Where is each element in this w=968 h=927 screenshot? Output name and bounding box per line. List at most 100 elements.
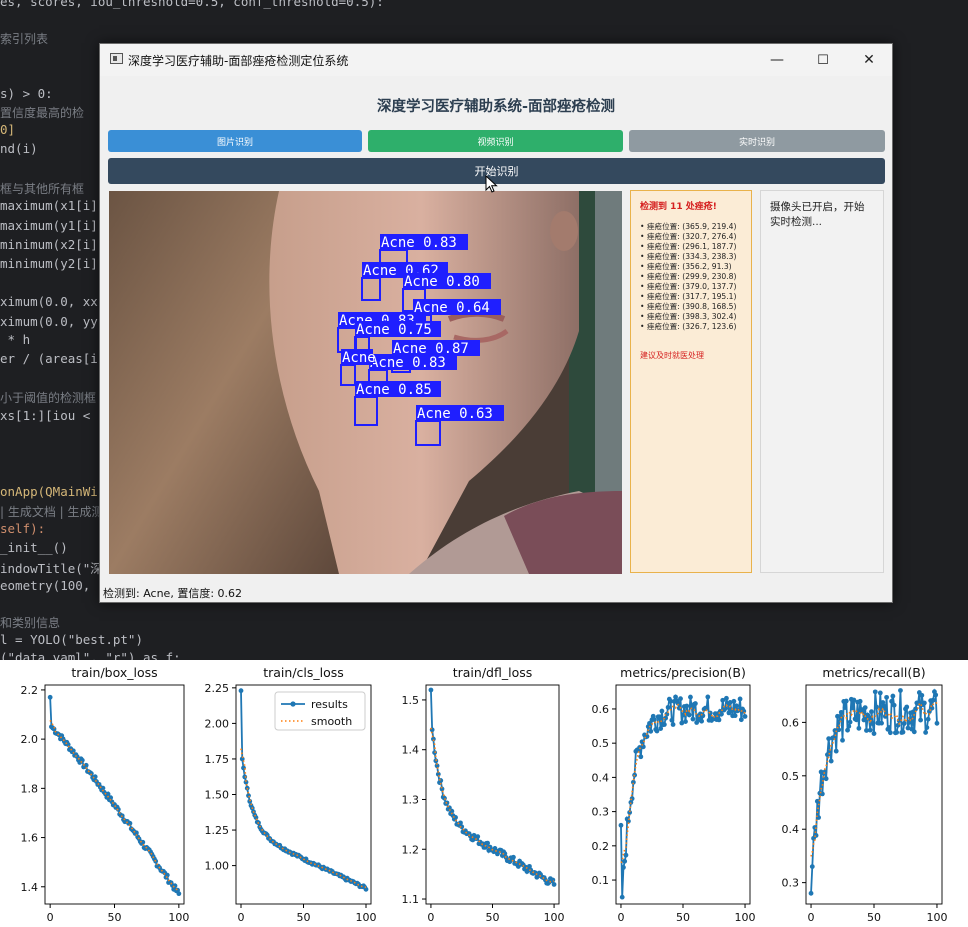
code-line: maximum(x1[i] [0,198,98,213]
results-point [890,693,896,699]
results-series-line [810,688,938,894]
results-point [846,723,852,729]
results-point [861,717,867,723]
code-line: 置信度最高的检 [0,104,84,121]
code-text: indowTitle("深 [0,561,103,576]
results-point [856,725,862,731]
maximize-button[interactable]: ☐ [800,44,846,76]
results-point [918,717,923,723]
acne-bounding-box [340,364,356,386]
detection-count-heading: 检测到 11 处痤疮! [640,202,717,212]
results-point [847,719,853,725]
acne-position-item: • 痤疮位置: (326.7, 123.6) [640,322,737,331]
camera-view: Acne 0.83 Acne 0.62 Acne 0.80 Acne 0.64 Acne… [109,191,622,574]
results-point [833,748,839,754]
code-line: er / (areas[i [0,351,98,366]
code-line: _init__() [0,540,68,555]
results-point [924,725,930,730]
results-point [904,704,910,710]
acne-position-item: • 痤疮位置: (320.7, 276.4) [640,232,737,241]
acne-position-item: • 痤疮位置: (317.7, 195.1) [640,292,737,301]
code-text: 索引列表 [0,32,49,46]
x-tick-label: 0 [808,911,815,924]
acne-position-item: • 痤疮位置: (365.9, 219.4) [640,222,737,231]
results-point [857,698,863,704]
y-tick-label: 0.4 [782,823,800,836]
results-point [843,698,849,704]
results-point [842,705,848,710]
code-text: ximum(0.0, xx [0,294,98,309]
code-line: xs[1:][iou < [0,408,98,423]
y-tick-label: 0.6 [782,716,800,729]
results-point [823,776,829,782]
code-line: es, scores, iou_threshold=0.5, conf_thre… [0,0,384,9]
code-line: 0] [0,122,15,137]
code-text: l = YOLO("best.pt") [0,632,143,647]
acne-bounding-box [415,420,441,446]
code-text: maximum(x1[i] [0,198,98,213]
detection-result-panel: 检测到 11 处痤疮! • 痤疮位置: (365.9, 219.4) • 痤疮位置… [630,190,752,573]
code-line: ("data.yaml", "r") as f: [0,650,181,660]
results-point [930,697,936,703]
acne-position-item: • 痤疮位置: (296.1, 187.7) [640,242,737,251]
acne-position-item: • 痤疮位置: (390.8, 168.5) [640,302,737,311]
results-point [812,825,818,830]
results-point [887,730,893,736]
code-line: self): [0,521,45,536]
code-text: minimum(x2[i] [0,237,98,252]
acne-bounding-box [337,327,357,353]
y-tick-label: 0.3 [782,877,800,890]
code-text: 框与其他所有框 [0,182,85,196]
results-point [840,737,845,743]
detection-overlay: Acne 0.83Acne 0.62Acne 0.80Acne 0.64Acne… [337,234,504,446]
code-text: 0] [0,122,16,137]
code-text: | 生成文档 | 生成测 [0,505,104,519]
tab-image-recognition[interactable]: 图片识别 [108,130,362,152]
results-point [809,864,815,870]
code-text: 置信度最高的检 [0,106,85,120]
results-point [838,709,844,715]
code-line: 框与其他所有框 [0,180,84,197]
code-line: ximum(0.0, xx [0,294,98,309]
results-point [911,729,917,735]
results-point [853,717,859,723]
results-point [808,890,814,896]
code-line: 小于阈值的检测框 [0,389,96,406]
results-point [894,729,900,735]
results-point [870,721,876,727]
tab-video-recognition[interactable]: 视频识别 [368,130,623,152]
status-bar: 检测到: Acne, 置信度: 0.62 [103,587,243,600]
results-point [886,725,892,730]
code-text: 小于阈值的检测框 [0,391,97,405]
code-text: minimum(y2[i] [0,256,98,271]
minimize-button[interactable]: — [754,44,800,76]
code-text: ximum(0.0, yy [0,314,98,329]
acne-position-item: • 痤疮位置: (299.9, 230.8) [640,272,737,281]
results-point [814,798,820,804]
tab-realtime-recognition[interactable]: 实时识别 [629,130,885,152]
results-point [921,700,927,706]
mouse-cursor-icon [485,175,498,193]
code-text: s) > 0: [0,86,53,101]
results-point [877,690,883,696]
log-panel: 摄像头已开启，开始实时检测... [760,190,884,573]
results-point [934,720,940,726]
code-line: 索引列表 [0,30,48,47]
acne-position-item: • 痤疮位置: (356.2, 91.3) [640,262,732,271]
results-point [862,705,868,710]
results-point [933,692,939,698]
code-text: _init__() [0,540,68,555]
results-point [884,694,889,700]
window-title: 深度学习医疗辅助-面部痤疮检测定位系统 [128,54,349,68]
code-line: 和类别信息 [0,614,60,631]
detection-label: Acne [342,350,376,366]
code-text: er / (areas[i [0,351,98,366]
close-button[interactable]: ✕ [846,44,892,76]
acne-position-item: • 痤疮位置: (398.3, 302.4) [640,312,737,321]
results-point [867,727,873,733]
code-line: l = YOLO("best.pt") [0,632,143,647]
acne-position-item: • 痤疮位置: (379.0, 137.7) [640,282,737,291]
title-bar[interactable]: 深度学习医疗辅助-面部痤疮检测定位系统 — ☐ ✕ [100,44,892,76]
detection-label: Acne 0.83 [370,355,446,371]
code-line: minimum(y2[i] [0,256,98,271]
